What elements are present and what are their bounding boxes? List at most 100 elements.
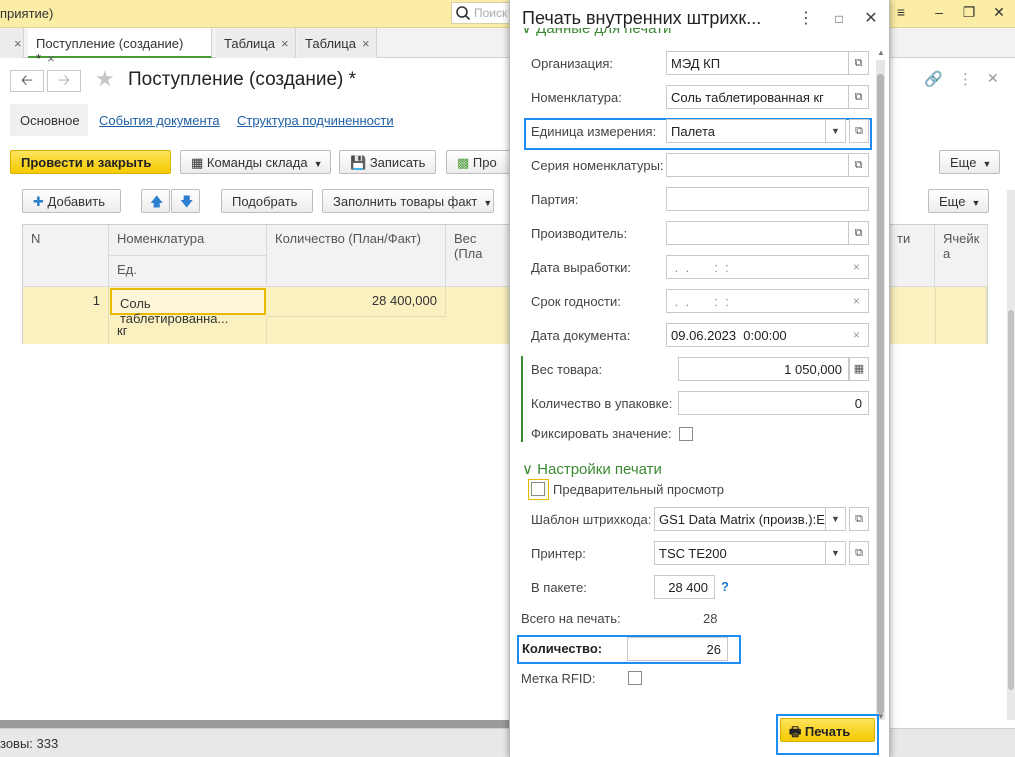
expiry-field[interactable]: . . : : [666,289,869,313]
post-and-close-button[interactable]: Провести и закрыть [10,150,171,174]
more-button[interactable]: Еще ▼ [939,150,1000,174]
subtab-main[interactable]: Основное [10,104,88,136]
header-item[interactable]: Номенклатура [109,225,267,256]
chevron-down-icon[interactable]: ▼ [826,541,846,565]
prod-date-field[interactable]: . . : : [666,255,869,279]
close-icon[interactable]: ✕ [987,70,999,87]
row-unit-cell[interactable]: кг [109,317,267,344]
item-field[interactable]: Соль таблетированная кг [666,85,849,109]
print-button[interactable]: ▩ Про [446,150,510,174]
preview-checkbox[interactable] [531,482,545,496]
table-more-button[interactable]: Еще ▼ [928,189,989,213]
fix-value-checkbox[interactable] [679,427,693,441]
section-print-header[interactable]: ∨ Настройки печати [522,460,662,478]
open-icon[interactable]: ⧉ [849,119,869,143]
subtab-events[interactable]: События документа [99,113,220,128]
chevron-down-icon[interactable]: ▼ [826,507,846,531]
restore-icon[interactable]: ❐ [958,4,980,24]
warehouse-commands-button[interactable]: ▦ Команды склада ▼ [180,150,331,174]
more-vertical-icon[interactable]: ⋮ [795,8,817,30]
tab-receipt[interactable]: Поступление (создание) * × [28,28,212,66]
close-icon[interactable]: ✕ [860,8,882,30]
fix-label: Фиксировать значение: [531,426,672,441]
header-col-cut[interactable]: ти [889,225,935,287]
save-button[interactable]: 💾 Записать [339,150,436,174]
close-icon[interactable]: × [362,36,370,51]
header-weight[interactable]: Вес (Пла [446,225,511,287]
forward-button[interactable]: 🡢 [47,70,81,92]
move-up-button[interactable]: 🡅 [141,189,170,213]
open-icon[interactable]: ⧉ [849,541,869,565]
rfid-checkbox[interactable] [628,671,642,685]
fill-goods-button[interactable]: Заполнить товары факт ▼ [322,189,494,213]
chevron-down-icon[interactable]: ▼ [826,119,846,143]
dialog-scroll-thumb[interactable] [877,74,884,714]
batch-field[interactable] [666,187,869,211]
section-data-header[interactable]: ∨ Данные для печати [521,28,671,37]
close-icon[interactable]: × [14,36,22,51]
template-field[interactable]: GS1 Data Matrix (произв.):E [654,507,826,531]
add-row-button[interactable]: ✚ Добавить [22,189,121,213]
menu-icon[interactable]: ≡ [890,4,912,24]
header-unit[interactable]: Ед. [109,256,267,287]
close-icon[interactable]: × [281,36,289,51]
clear-icon[interactable]: × [853,260,860,274]
open-icon[interactable]: ⧉ [849,85,869,109]
background-strip [0,720,510,728]
maker-field[interactable] [666,221,849,245]
tab-close-previous[interactable]: × [0,28,24,58]
help-icon[interactable]: ? [721,579,729,594]
row-qty-cell[interactable]: 28 400,000 [267,287,446,315]
weight-field[interactable]: 1 050,000 [678,357,849,381]
calculator-icon[interactable]: ▦ [849,357,869,381]
main-scroll-thumb[interactable] [1008,310,1014,690]
clear-icon[interactable]: × [853,294,860,308]
minimize-icon[interactable]: – [928,4,950,24]
maximize-icon[interactable]: □ [828,8,850,30]
arrow-up-icon: 🡅 [150,194,164,209]
in-pack-field[interactable]: 28 400 [654,575,715,599]
main-scrollbar[interactable] [1007,190,1015,720]
header-n[interactable]: N [23,225,109,287]
tab-label: Таблица [305,36,356,51]
search-input[interactable]: Поиск [451,2,511,24]
org-field[interactable]: МЭД КП [666,51,849,75]
link-icon[interactable]: 🔗 [924,70,943,88]
unit-field[interactable]: Палета [666,119,826,143]
printer-field[interactable]: TSC TE200 [654,541,826,565]
pack-qty-field[interactable]: 0 [678,391,869,415]
section-data-label: Данные для печати [536,28,672,37]
count-field[interactable]: 26 [627,637,728,661]
open-icon[interactable]: ⧉ [849,51,869,75]
arrow-right-icon: 🡢 [57,72,71,89]
header-cell[interactable]: Ячейк а [935,225,988,287]
more-vertical-icon[interactable]: ⋮ [958,70,973,88]
tab-table-2[interactable]: Таблица × [297,28,377,58]
print-dialog-button[interactable]: 🖶 Печать [780,718,875,742]
header-qty[interactable]: Количество (План/Факт) [267,225,446,287]
close-icon[interactable]: × [47,51,55,66]
pick-button[interactable]: Подобрать [221,189,313,213]
pack-qty-label: Количество в упаковке: [531,396,673,411]
move-down-button[interactable]: 🡇 [171,189,200,213]
row-item-cell[interactable]: Соль таблетированна... [110,288,266,326]
open-icon[interactable]: ⧉ [849,507,869,531]
subtab-structure[interactable]: Структура подчиненности [237,113,394,128]
expiry-label: Срок годности: [531,294,621,309]
more-label: Еще [950,155,977,170]
tab-table-1[interactable]: Таблица × [216,28,296,58]
close-icon[interactable]: ✕ [988,4,1010,24]
doc-date-field[interactable]: 09.06.2023 0:00:00 [666,323,869,347]
printer-label: Принтер: [531,546,586,561]
series-field[interactable] [666,153,849,177]
open-icon[interactable]: ⧉ [849,221,869,245]
batch-label: Партия: [531,192,579,207]
scroll-up-icon[interactable]: ▲ [877,48,885,57]
row-cell-cell[interactable] [935,287,987,344]
favorite-star-icon[interactable]: ★ [95,66,115,92]
open-icon[interactable]: ⧉ [849,153,869,177]
chevron-down-icon: ▼ [483,198,493,208]
printer-icon: 🖶 [789,724,802,739]
clear-icon[interactable]: × [853,328,860,342]
back-button[interactable]: 🡠 [10,70,44,92]
